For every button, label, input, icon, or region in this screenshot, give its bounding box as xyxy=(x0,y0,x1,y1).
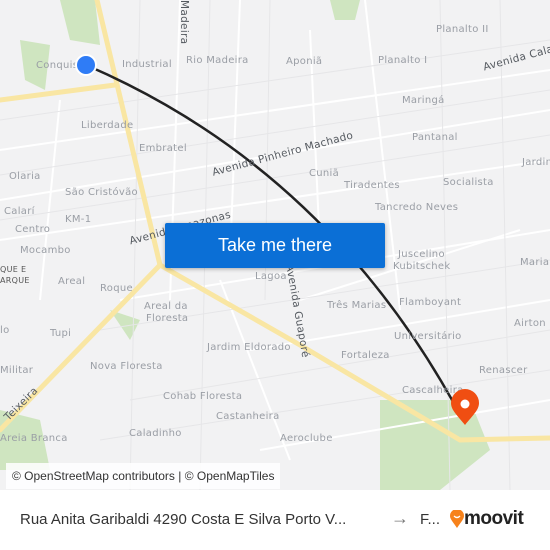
map-label: Socialista xyxy=(443,177,494,188)
map-label: Roque xyxy=(100,283,133,294)
road-label: Madeira xyxy=(178,0,190,45)
map-label: Maria xyxy=(520,257,550,268)
map-label: Liberdade xyxy=(81,120,134,131)
map-label: Maringá xyxy=(402,95,445,106)
map-label: Kubitschek xyxy=(393,261,451,272)
map-label: Aponiã xyxy=(286,56,323,67)
map-label: Conquista xyxy=(36,60,89,71)
map-label: Planalto II xyxy=(436,24,489,35)
map-label: Caladinho xyxy=(129,428,182,439)
map-label: Lagoa xyxy=(255,271,287,282)
map-label: Embratel xyxy=(139,143,187,154)
map-label: Airton xyxy=(514,318,546,329)
map-label: Centro xyxy=(15,224,51,235)
map-label: Flamboyant xyxy=(399,297,462,308)
footer: Rua Anita Garibaldi 4290 Costa E Silva P… xyxy=(0,490,550,550)
brand-name: moovit xyxy=(464,508,524,529)
map-label: lo xyxy=(0,325,10,336)
map-label: Fortaleza xyxy=(341,350,390,361)
take-me-there-button[interactable]: Take me there xyxy=(165,223,385,268)
map-label: Cuniã xyxy=(309,168,340,179)
map-label: Areia Branca xyxy=(0,433,68,444)
moovit-logo[interactable]: moovit xyxy=(450,508,524,530)
map-label: Universitário xyxy=(394,331,462,342)
map-label: Jardim Eldorado xyxy=(207,342,291,353)
map-label: QUE E xyxy=(0,265,27,274)
map-label: Aeroclube xyxy=(280,433,333,444)
map-label: Tiradentes xyxy=(344,180,400,191)
map-label: Industrial xyxy=(122,59,172,70)
map-label: Areal da xyxy=(144,301,188,312)
map-label: Tancredo Neves xyxy=(375,202,459,213)
destination-text: F... xyxy=(420,511,441,528)
map-label: Areal xyxy=(58,276,86,287)
map-label: Rio Madeira xyxy=(186,55,249,66)
map-label: Planalto I xyxy=(378,55,428,66)
map-label: KM-1 xyxy=(65,214,92,225)
map[interactable]: Conquista Industrial Rio Madeira Aponiã … xyxy=(0,0,550,490)
map-label: Pantanal xyxy=(412,132,458,143)
arrow-right-icon: → xyxy=(391,508,409,528)
map-label: Juscelino xyxy=(398,249,445,260)
map-label: Renascer xyxy=(479,365,528,376)
moovit-pin-icon xyxy=(450,510,464,528)
map-label: Calarí xyxy=(4,206,35,217)
map-label: Mocambo xyxy=(20,245,71,256)
map-attribution[interactable]: © OpenStreetMap contributors | © OpenMap… xyxy=(6,463,281,489)
map-label: ARQUE xyxy=(0,276,30,285)
map-label: Cascalheira xyxy=(402,385,464,396)
map-label: Militar xyxy=(0,365,34,376)
map-label: Nova Floresta xyxy=(90,361,163,372)
map-label: Três Marias xyxy=(327,300,387,311)
map-label: Tupi xyxy=(50,328,72,339)
map-label: Floresta xyxy=(146,313,189,324)
map-label: Cohab Floresta xyxy=(163,391,243,402)
map-label: São Cristóvão xyxy=(65,187,138,198)
origin-text: Rua Anita Garibaldi 4290 Costa E Silva P… xyxy=(20,511,347,528)
map-label: Castanheira xyxy=(216,411,280,422)
map-label: Olaria xyxy=(9,171,41,182)
map-label: Jardim xyxy=(522,157,550,168)
